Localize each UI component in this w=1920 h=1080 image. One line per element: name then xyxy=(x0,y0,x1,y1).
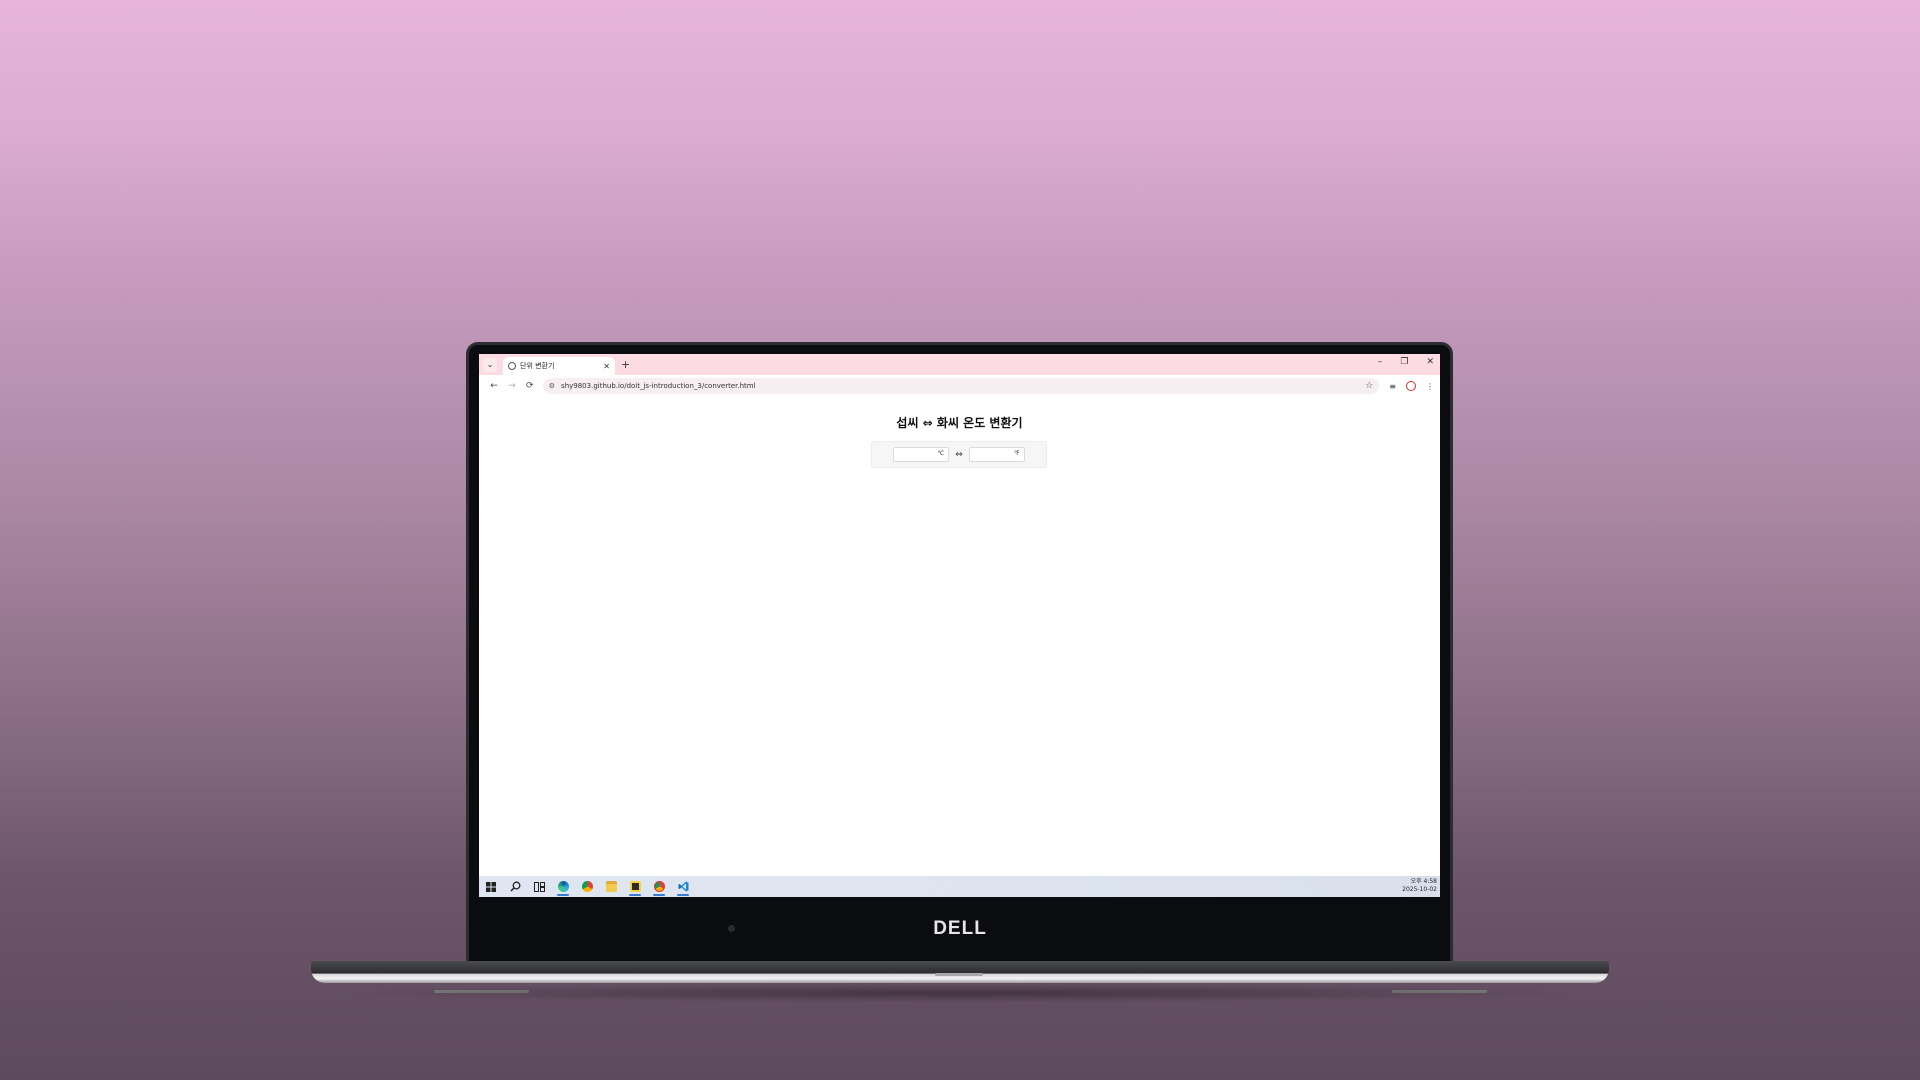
windows-taskbar: 오후 4:58 2025-10-02 xyxy=(479,876,1440,897)
chrome-icon[interactable] xyxy=(575,876,599,897)
laptop-shadow xyxy=(330,983,1590,1003)
convert-arrow-icon: ⇔ xyxy=(955,449,963,460)
celsius-input[interactable] xyxy=(894,455,939,468)
laptop-lid-notch xyxy=(935,973,983,976)
close-button[interactable]: ✕ xyxy=(1426,357,1434,367)
minimize-button[interactable]: – xyxy=(1378,357,1383,367)
brand-logo: DELL xyxy=(933,918,987,939)
edge-icon[interactable] xyxy=(551,876,575,897)
celsius-field[interactable]: ℃ xyxy=(893,447,950,468)
reload-button[interactable]: ⟳ xyxy=(521,381,539,391)
forward-button[interactable]: → xyxy=(503,381,521,391)
windows-start-icon[interactable] xyxy=(479,876,503,897)
page-content: 섭씨 ⇔ 화씨 온도 변환기 ℃ ⇔ ℉ xyxy=(479,397,1440,831)
vscode-icon[interactable] xyxy=(671,876,695,897)
tab-close-icon[interactable]: ✕ xyxy=(603,362,610,371)
browser-titlebar: ⌄ 단위 변환기 ✕ + – ❐ ✕ xyxy=(479,354,1440,375)
reading-list-icon[interactable]: ≡ xyxy=(1389,382,1396,391)
back-button[interactable]: ← xyxy=(485,381,503,391)
profile-icon[interactable] xyxy=(1406,381,1416,391)
tab-title: 단위 변환기 xyxy=(520,362,555,370)
chevron-down-icon[interactable]: ⌄ xyxy=(483,358,497,372)
address-bar[interactable]: ⚙ shy9803.github.io/doit_js-introduction… xyxy=(542,378,1380,394)
star-icon[interactable]: ☆ xyxy=(1365,381,1373,391)
page-title: 섭씨 ⇔ 화씨 온도 변환기 xyxy=(896,416,1023,430)
system-clock[interactable]: 오후 4:58 2025-10-02 xyxy=(1402,878,1437,894)
fahrenheit-input[interactable] xyxy=(969,455,1014,468)
browser-toolbar: ← → ⟳ ⚙ shy9803.github.io/doit_js-introd… xyxy=(479,375,1440,397)
laptop-base xyxy=(311,961,1609,983)
globe-icon xyxy=(508,362,516,370)
chrome-profile-icon[interactable] xyxy=(647,876,671,897)
clock-date: 2025-10-02 xyxy=(1402,886,1437,893)
menu-icon[interactable]: ⋮ xyxy=(1426,382,1434,391)
window-controls: – ❐ ✕ xyxy=(1378,357,1434,367)
task-view-icon[interactable] xyxy=(527,876,551,897)
clock-time: 오후 4:58 xyxy=(1410,878,1437,885)
converter-box: ℃ ⇔ ℉ xyxy=(871,441,1047,468)
new-tab-button[interactable]: + xyxy=(621,358,630,372)
restore-button[interactable]: ❐ xyxy=(1400,357,1408,367)
sticky-notes-icon[interactable] xyxy=(623,876,647,897)
url-text[interactable]: shy9803.github.io/doit_js-introduction_3… xyxy=(561,382,1365,390)
laptop-screen: ⌄ 단위 변환기 ✕ + – ❐ ✕ ← → ⟳ ⚙ shy9803.githu… xyxy=(479,354,1440,897)
search-icon[interactable] xyxy=(503,876,527,897)
webcam xyxy=(728,925,735,932)
fahrenheit-unit: ℉ xyxy=(1014,450,1020,457)
toolbar-actions: ≡ ⋮ xyxy=(1389,381,1434,391)
file-explorer-icon[interactable] xyxy=(599,876,623,897)
fahrenheit-field[interactable]: ℉ xyxy=(968,447,1025,468)
celsius-unit: ℃ xyxy=(937,450,945,457)
site-info-icon[interactable]: ⚙ xyxy=(549,382,555,390)
browser-tab[interactable]: 단위 변환기 ✕ xyxy=(503,357,615,375)
